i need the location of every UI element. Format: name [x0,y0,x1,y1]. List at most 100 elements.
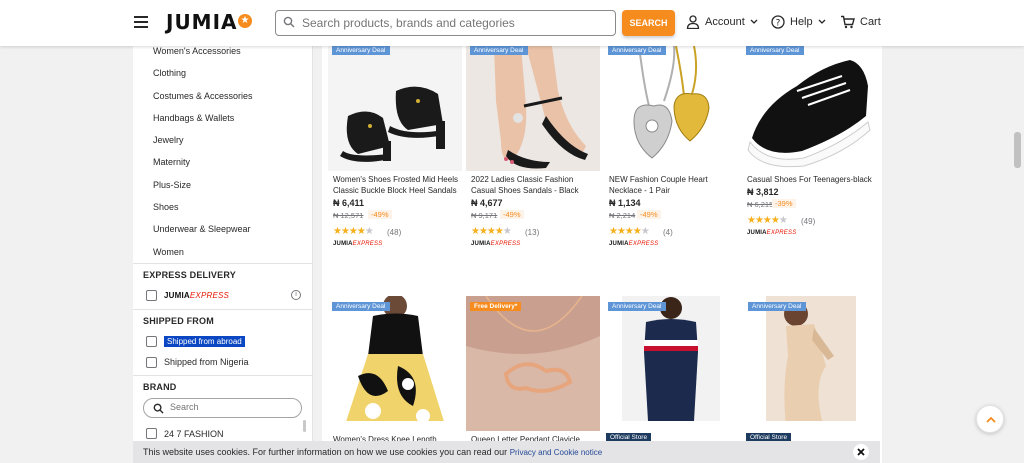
category-link[interactable]: Maternity [153,157,190,167]
express-logo-express: EXPRESS [766,230,797,236]
cookie-close-button[interactable] [853,444,869,460]
product-price: ₦ 6,411 [333,198,365,208]
divider [133,263,312,264]
cart-icon [841,15,855,29]
discount-badge: -49% [500,210,524,219]
search-input[interactable] [302,14,602,32]
product-name[interactable]: Casual Shoes For Teenagers-black [747,174,875,185]
brand-search-input[interactable] [170,402,290,412]
product-image-sneaker [742,46,876,171]
category-link[interactable]: Costumes & Accessories [153,91,253,101]
express-logo-express: EXPRESS [352,241,383,247]
express-logo-jumia: JUMIA [333,241,353,247]
shipped-abroad-label[interactable]: Shipped from abroad [164,336,245,347]
chevron-up-icon [986,416,996,423]
brand-list-scrollbar[interactable] [303,420,306,432]
cart-link[interactable]: Cart [840,15,881,29]
product-image-sandals [466,46,600,171]
express-logo-express: EXPRESS [628,241,659,247]
help-circle-icon: ? [771,15,785,29]
logo-star-icon: ★ [238,14,252,28]
search-field[interactable] [275,10,616,36]
product-image[interactable] [742,46,876,171]
deal-badge: Anniversary Deal [332,46,390,55]
deal-badge: Anniversary Deal [470,46,528,55]
jumia-express-logo: JUMIAEXPRESS [609,241,658,247]
category-link[interactable]: Women [153,247,184,257]
deal-badge: Anniversary Deal [608,302,666,311]
category-link[interactable]: Clothing [153,68,186,78]
product-old-price: ₦ 12,571 [333,211,364,220]
category-link[interactable]: Handbags & Wallets [153,113,234,123]
review-count: (48) [387,228,402,237]
jumia-express-logo: JUMIAEXPRESS [333,241,382,247]
review-count: (49) [801,217,816,226]
product-image[interactable] [742,296,876,421]
product-image[interactable] [328,296,462,421]
page-scrollbar[interactable] [1011,46,1024,463]
hamburger-icon[interactable] [134,16,148,28]
product-price: ₦ 4,677 [471,198,503,208]
express-checkbox[interactable] [146,290,157,301]
product-image-pendant [466,296,600,431]
star-rating: ★★★★★ [471,226,512,237]
account-menu[interactable]: Account [686,15,758,29]
product-grid: Anniversary Deal Women's Shoes Frosted M… [322,46,882,463]
shipped-from-title: SHIPPED FROM [143,316,214,326]
product-old-price: ₦ 2,214 [609,211,636,220]
express-logo-express: EXPRESS [490,241,521,247]
product-image[interactable] [604,296,738,421]
star-rating: ★★★★★ [609,226,650,237]
shipped-nigeria-label[interactable]: Shipped from Nigeria [164,357,249,367]
product-image-dress [328,296,462,421]
jumia-logo[interactable]: JUMIA [166,10,238,34]
product-name[interactable]: 2022 Ladies Classic Fashion Casual Shoes… [471,174,599,196]
help-label: Help [790,16,813,28]
star-rating: ★★★★★ [333,226,374,237]
shipped-nigeria-checkbox[interactable] [146,357,157,368]
category-link[interactable]: Jewelry [153,135,184,145]
product-name[interactable]: Women's Shoes Frosted Mid Heels Classic … [333,174,461,196]
header: JUMIA ★ SEARCH Account ? Help Cart [0,0,1024,46]
search-icon [153,403,164,414]
brand-label[interactable]: 24 7 FASHION [164,429,224,439]
category-link[interactable]: Shoes [153,202,179,212]
info-icon[interactable]: i [291,290,301,300]
discount-badge: -49% [368,210,392,219]
user-icon [686,15,700,29]
search-button[interactable]: SEARCH [622,10,675,36]
search-icon [283,16,295,28]
jumia-express-logo: JUMIAEXPRESS [164,291,229,300]
cookie-message: This website uses cookies. For further i… [143,447,508,457]
scrollbar-thumb[interactable] [1014,132,1021,168]
jumia-express-logo: JUMIAEXPRESS [471,241,520,247]
discount-badge: -39% [772,199,796,208]
back-to-top-button[interactable] [976,405,1004,433]
divider [133,309,312,310]
brand-search-field[interactable] [143,398,302,418]
help-menu[interactable]: ? Help [771,15,826,29]
deal-badge: Anniversary Deal [748,302,806,311]
category-link[interactable]: Plus-Size [153,180,191,190]
product-image[interactable] [604,46,738,171]
express-logo-jumia: JUMIA [609,241,629,247]
shipped-abroad-checkbox[interactable] [146,336,157,347]
product-name[interactable]: NEW Fashion Couple Heart Necklace - 1 Pa… [609,174,737,196]
deal-badge: Anniversary Deal [746,46,804,55]
express-delivery-title: EXPRESS DELIVERY [143,270,236,280]
brand-checkbox[interactable] [146,428,157,439]
chevron-down-icon [818,19,826,24]
category-link[interactable]: Underwear & Sleepwear [153,224,251,234]
discount-badge: -49% [637,210,661,219]
deal-badge: Anniversary Deal [608,46,666,55]
category-link[interactable]: Women's Accessories [153,46,241,56]
product-old-price: ₦ 9,171 [471,211,498,220]
privacy-cookie-link[interactable]: Privacy and Cookie notice [510,448,603,457]
product-image[interactable] [328,46,462,171]
product-image[interactable] [466,296,600,431]
product-image[interactable] [466,46,600,171]
cookie-banner: This website uses cookies. For further i… [133,441,880,463]
cookie-text-row: This website uses cookies. For further i… [143,447,602,457]
deal-badge: Anniversary Deal [332,302,390,311]
svg-text:?: ? [776,19,781,29]
